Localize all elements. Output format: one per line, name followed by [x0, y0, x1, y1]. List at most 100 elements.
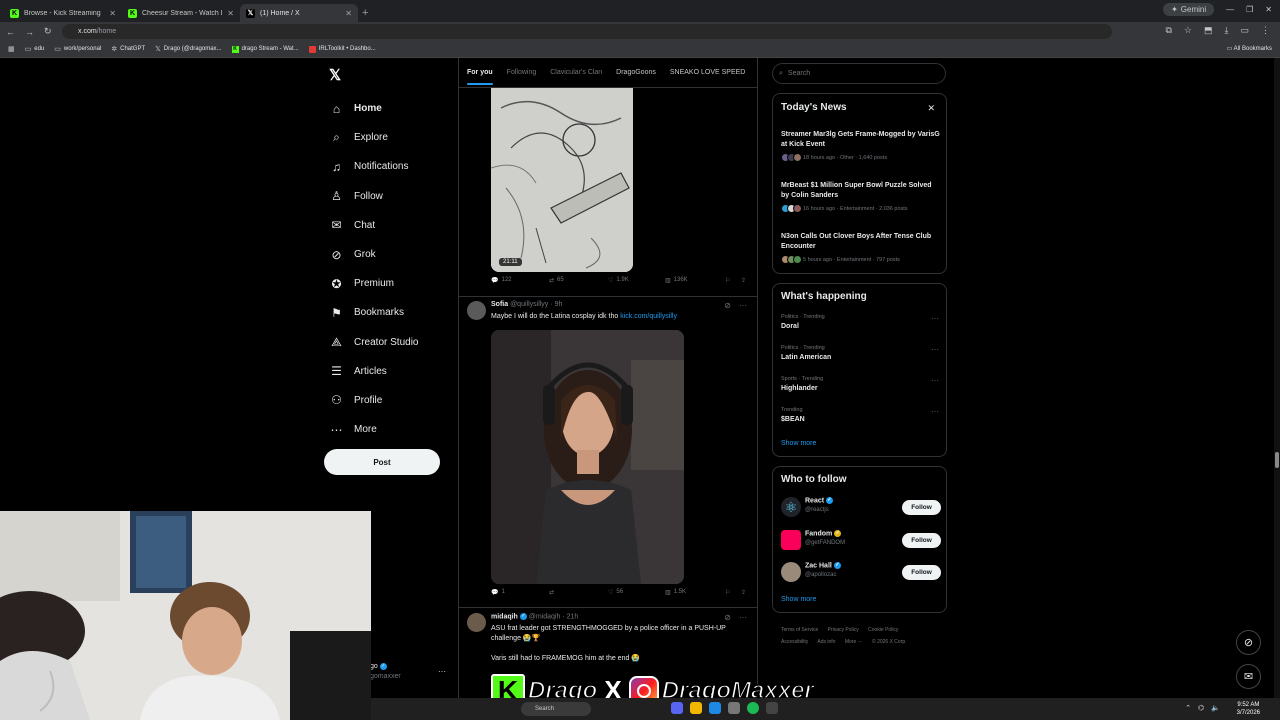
follow-button[interactable]: Follow [902, 565, 941, 580]
chevron-up-icon[interactable]: ⌃ [1185, 704, 1191, 712]
footer-link[interactable]: Privacy Policy [828, 627, 859, 633]
tab-following[interactable]: Following [507, 69, 537, 76]
post-button[interactable]: Post [324, 449, 440, 475]
scrollbar-thumb[interactable] [1275, 452, 1279, 468]
footer-link[interactable]: Cookie Policy [868, 627, 898, 633]
bookmark-button[interactable]: ⚐ [725, 589, 730, 596]
browser-tab-active[interactable]: 𝕏 (1) Home / X ✕ [240, 4, 358, 22]
news-item[interactable]: MrBeast $1 Million Super Bowl Puzzle Sol… [781, 181, 941, 213]
minimize-icon[interactable]: — [1226, 5, 1234, 14]
views-button[interactable]: ▥ 1.5K [665, 589, 686, 596]
back-icon[interactable]: ← [6, 27, 15, 37]
footer-link[interactable]: Ads info [817, 639, 835, 645]
tab-dragogoons[interactable]: DragoGoons [616, 69, 656, 76]
bookmark-item[interactable]: ✲ ChatGPT [111, 45, 145, 53]
bookmark-item[interactable]: ▭ work/personal [54, 45, 101, 53]
account-switcher[interactable]: go ✓ gomaxxer [370, 662, 401, 682]
more-icon[interactable]: ··· [438, 667, 446, 676]
reply-button[interactable]: 💬 1 [491, 589, 505, 596]
footer-link[interactable]: Terms of Service [781, 627, 818, 633]
bookmark-item[interactable]: IRLToolkit • Dashbo... [308, 45, 376, 53]
sidebar-item-profile[interactable]: ⚇ Profile [330, 386, 418, 415]
repost-button[interactable]: ⇄ [549, 589, 557, 596]
more-icon[interactable]: ··· [931, 407, 939, 416]
post-author[interactable]: Sofia [491, 301, 508, 308]
like-button[interactable]: ♡ 1.9K [608, 277, 629, 284]
search-input[interactable]: ⌕ Search [772, 63, 946, 84]
more-icon[interactable]: ··· [931, 376, 939, 385]
scrollbar[interactable] [1274, 58, 1280, 698]
grok-icon[interactable]: ⊘ [1236, 630, 1261, 655]
more-icon[interactable]: ··· [931, 314, 939, 323]
taskbar-clock[interactable]: 9:52 AM 3/7/2026 [1237, 701, 1260, 717]
messages-icon[interactable]: ✉ [1236, 664, 1261, 689]
taskbar-search[interactable]: Search [521, 702, 591, 716]
all-bookmarks[interactable]: ▭ All Bookmarks [1227, 45, 1272, 52]
news-item[interactable]: Streamer Mar3lg Gets Frame-Mogged by Var… [781, 130, 941, 162]
grok-icon[interactable]: ⊘ [724, 613, 731, 622]
bookmark-item[interactable]: ▭ edu [25, 45, 45, 53]
download-icon[interactable]: ⤓ [1225, 25, 1229, 36]
window-close-icon[interactable]: ✕ [1265, 5, 1272, 14]
install-icon[interactable]: ⧉ [1165, 25, 1171, 36]
avatar[interactable] [467, 301, 486, 320]
post-handle[interactable]: @midaqih [529, 613, 561, 620]
star-icon[interactable]: ☆ [1184, 25, 1192, 36]
close-icon[interactable]: ✕ [227, 9, 234, 18]
close-icon[interactable]: ✕ [345, 9, 352, 18]
maximize-icon[interactable]: ❐ [1246, 5, 1253, 14]
sidebar-item-explore[interactable]: ⌕ Explore [330, 123, 418, 152]
bookmark-button[interactable]: ⚐ [725, 277, 730, 284]
grok-icon[interactable]: ⊘ [724, 301, 731, 310]
sidebar-item-bookmarks[interactable]: ⚑ Bookmarks [330, 298, 418, 327]
avatar[interactable] [467, 613, 486, 632]
post-video[interactable]: 21:11 [491, 88, 633, 272]
sidebar-item-notifications[interactable]: ♫ Notifications [330, 152, 418, 181]
network-icon[interactable]: ⌬ [1198, 704, 1204, 712]
follow-suggestion[interactable]: Zac Hall ✓ @apollozac Follow [781, 561, 941, 583]
app-icon[interactable] [766, 702, 778, 714]
bookmark-item[interactable]: Kdrago Stream - Wat... [231, 45, 299, 53]
repost-button[interactable]: ⇄ 65 [549, 277, 564, 284]
menu-icon[interactable]: ⋮ [1261, 25, 1270, 36]
trend-item[interactable]: Politics · Trending Doral ··· [781, 314, 941, 330]
discord-icon[interactable] [671, 702, 683, 714]
settings-icon[interactable] [728, 702, 740, 714]
sidebar-item-premium[interactable]: ✪ Premium [330, 269, 418, 298]
views-button[interactable]: ▥ 136K [665, 277, 688, 284]
forward-icon[interactable]: → [25, 27, 34, 37]
browser-tab[interactable]: K Cheesur Stream - Watch Live o ✕ [122, 4, 240, 22]
footer-link[interactable]: Accessibility [781, 639, 808, 645]
post-author[interactable]: midaqih [491, 613, 518, 620]
reload-icon[interactable]: ↻ [44, 26, 52, 37]
show-more-link[interactable]: Show more [781, 440, 816, 447]
footer-link[interactable]: More ··· [845, 639, 863, 645]
follow-suggestion[interactable]: ⚛ React ✓ @reactjs Follow [781, 496, 941, 518]
sidebar-item-creator-studio[interactable]: ⟁ Creator Studio [330, 328, 418, 357]
app-icon[interactable] [709, 702, 721, 714]
follow-button[interactable]: Follow [902, 533, 941, 548]
sidebar-item-grok[interactable]: ⊘ Grok [330, 240, 418, 269]
share-button[interactable]: ⇪ [741, 277, 746, 284]
more-icon[interactable]: ··· [739, 613, 747, 622]
apps-icon[interactable]: ▦ [8, 45, 15, 53]
sidepanel-icon[interactable]: ▭ [1240, 25, 1249, 36]
sidebar-item-articles[interactable]: ☰ Articles [330, 357, 418, 386]
post-image[interactable] [491, 330, 684, 584]
extension-icon[interactable]: ⬒ [1204, 25, 1213, 36]
tab-for-you[interactable]: For you [467, 69, 493, 85]
gemini-button[interactable]: ✦ Gemini [1163, 3, 1215, 16]
new-tab-icon[interactable]: + [362, 7, 368, 19]
sidebar-item-more[interactable]: ⋯ More [330, 415, 418, 444]
post-link[interactable]: kick.com/quillysilly [620, 313, 677, 320]
sidebar-item-home[interactable]: ⌂ Home [330, 94, 418, 123]
share-button[interactable]: ⇪ [741, 589, 746, 596]
trend-item[interactable]: Politics · Trending Latin American ··· [781, 345, 941, 361]
more-icon[interactable]: ··· [739, 301, 747, 310]
show-more-link[interactable]: Show more [781, 596, 816, 603]
close-icon[interactable]: ✕ [927, 103, 935, 114]
follow-button[interactable]: Follow [902, 500, 941, 515]
volume-icon[interactable]: 🔈 [1211, 704, 1220, 712]
bookmark-item[interactable]: 𝕏 Drago (@dragomax... [155, 45, 221, 53]
follow-suggestion[interactable]: Fandom ✓ @getFANDOM Follow [781, 529, 941, 551]
